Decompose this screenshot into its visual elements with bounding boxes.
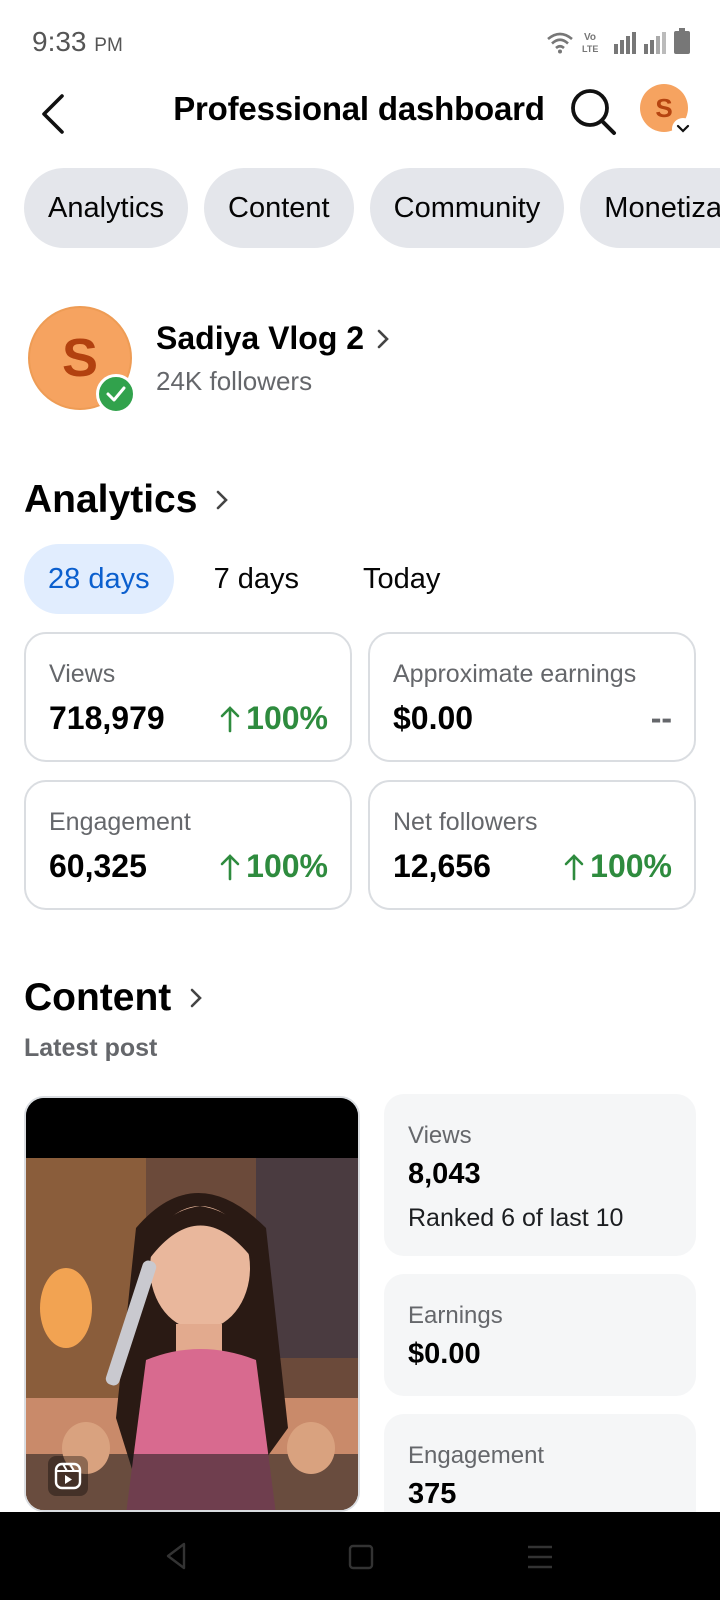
post-image: [26, 1098, 358, 1510]
latest-post-label: Latest post: [24, 1034, 158, 1062]
arrow-up-icon: [220, 705, 240, 732]
chevron-down-icon: [672, 118, 694, 140]
verified-check-icon: [96, 374, 136, 414]
stat-rank: Ranked 6 of last 10: [408, 1204, 624, 1232]
stat-value: $0.00: [408, 1338, 481, 1370]
metric-card-engagement[interactable]: Engagement 60,325 100%: [24, 780, 352, 910]
system-nav-bar: [0, 1512, 720, 1600]
analytics-heading: Analytics: [24, 478, 198, 521]
profile-name-link[interactable]: Sadiya Vlog 2: [156, 320, 390, 357]
status-time: 9:33 PM: [32, 26, 123, 58]
metric-card-earnings[interactable]: Approximate earnings $0.00 --: [368, 632, 696, 762]
tab-analytics[interactable]: Analytics: [24, 168, 189, 248]
range-today[interactable]: Today: [339, 544, 464, 614]
metric-change-value: 100%: [246, 700, 328, 736]
metric-change: 100%: [220, 848, 328, 885]
profile-name: Sadiya Vlog 2: [156, 320, 365, 356]
metric-label: Approximate earnings: [393, 660, 637, 688]
status-icons: Vo LTE: [546, 26, 690, 54]
reel-icon: [48, 1456, 88, 1496]
status-time-value: 9:33: [32, 26, 87, 57]
tab-community[interactable]: Community: [369, 168, 565, 248]
stat-value: 375: [408, 1478, 457, 1510]
battery-icon: [674, 28, 690, 54]
chevron-right-icon: [377, 329, 389, 348]
arrow-up-icon: [564, 853, 584, 880]
svg-text:Vo: Vo: [584, 32, 596, 43]
content-heading: Content: [24, 976, 172, 1019]
stat-value: 8,043: [408, 1158, 481, 1190]
metric-label: Views: [49, 660, 116, 688]
profile-row[interactable]: S Sadiya Vlog 2 24K followers: [28, 306, 688, 416]
section-tabs: Analytics Content Community Monetization: [24, 168, 720, 248]
tab-monetization[interactable]: Monetization: [580, 168, 720, 248]
range-7-days[interactable]: 7 days: [190, 544, 323, 614]
chevron-right-icon: [191, 988, 203, 1008]
metric-label: Net followers: [393, 808, 538, 836]
metric-change-value: 100%: [590, 848, 672, 884]
stat-label: Engagement: [408, 1442, 545, 1469]
analytics-heading-link[interactable]: Analytics: [24, 478, 229, 522]
metric-label: Engagement: [49, 808, 191, 836]
profile-followers: 24K followers: [156, 366, 313, 396]
svg-text:LTE: LTE: [582, 44, 598, 54]
stat-label: Earnings: [408, 1302, 503, 1329]
tab-content[interactable]: Content: [204, 168, 354, 248]
stat-label: Views: [408, 1122, 472, 1149]
post-stat-earnings[interactable]: Earnings $0.00: [384, 1274, 696, 1396]
metric-card-net-followers[interactable]: Net followers 12,656 100%: [368, 780, 696, 910]
metric-change: 100%: [564, 848, 672, 885]
metric-card-views[interactable]: Views 718,979 100%: [24, 632, 352, 762]
account-switcher-button[interactable]: S: [640, 84, 694, 140]
status-time-ampm: PM: [94, 35, 123, 56]
wifi-icon: [547, 32, 573, 54]
metric-value: 60,325: [49, 848, 147, 884]
chevron-right-icon: [217, 490, 229, 510]
status-bar: 9:33 PM Vo LTE: [0, 0, 720, 80]
metric-value: $0.00: [393, 700, 474, 736]
latest-post-thumbnail[interactable]: [24, 1096, 360, 1512]
metric-value: 718,979: [49, 700, 165, 736]
post-stat-views[interactable]: Views 8,043 Ranked 6 of last 10: [384, 1094, 696, 1256]
signal-icon: [614, 32, 636, 54]
date-range-selector: 28 days 7 days Today: [24, 544, 480, 614]
signal-icon: [644, 32, 666, 54]
metric-change: 100%: [220, 700, 328, 737]
header: Professional dashboard S: [0, 80, 720, 160]
search-button[interactable]: [568, 84, 618, 140]
metric-change: --: [651, 700, 672, 737]
metric-value: 12,656: [393, 848, 491, 884]
metric-change-value: 100%: [246, 848, 328, 884]
arrow-up-icon: [220, 853, 240, 880]
search-icon: [571, 89, 616, 135]
content-heading-link[interactable]: Content: [24, 976, 203, 1020]
range-28-days[interactable]: 28 days: [24, 544, 174, 614]
volte-icon: Vo LTE: [582, 32, 598, 54]
nav-home-icon[interactable]: [348, 1544, 374, 1570]
metric-change-value: --: [650, 700, 672, 736]
nav-recents-icon[interactable]: [526, 1544, 554, 1570]
nav-back-icon[interactable]: [164, 1542, 188, 1570]
